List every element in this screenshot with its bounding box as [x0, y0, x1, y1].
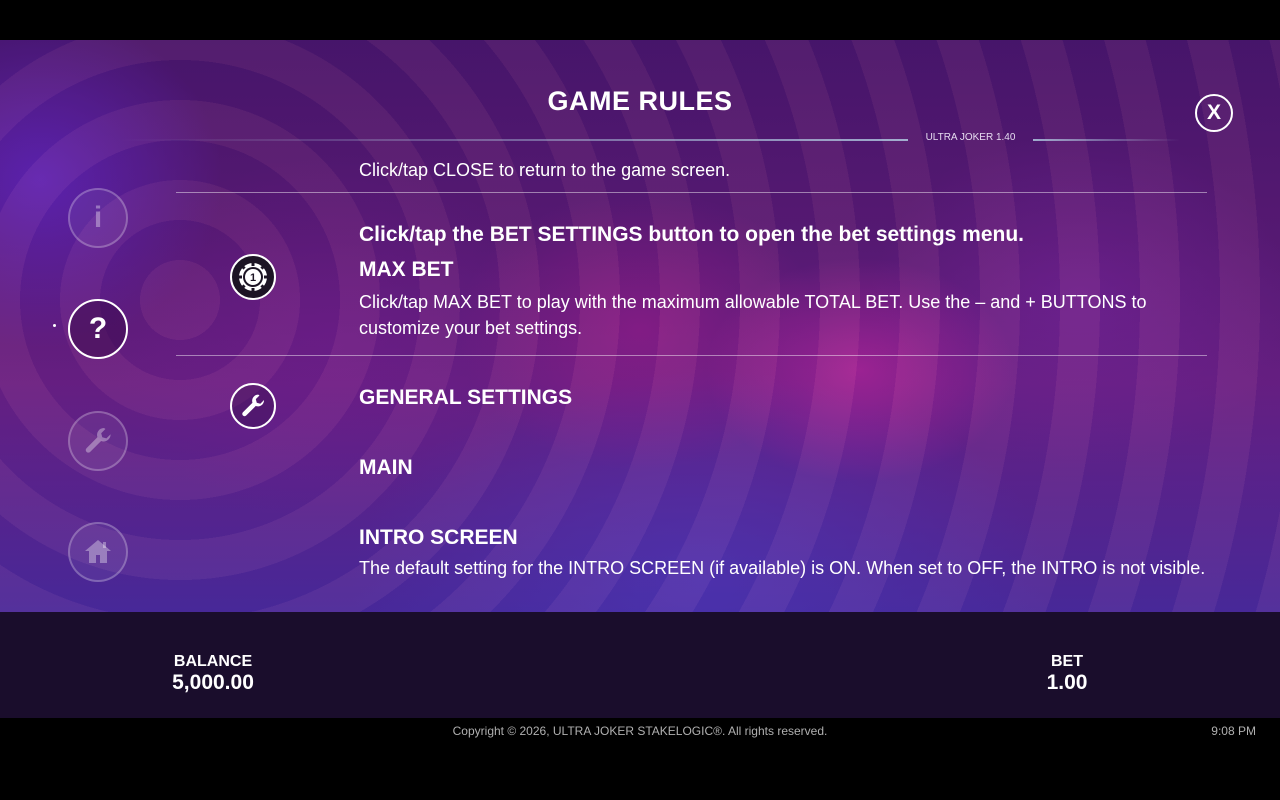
- svg-text:1: 1: [250, 272, 256, 284]
- intro-screen-description: The default setting for the INTRO SCREEN…: [359, 558, 1206, 578]
- copyright-text: Copyright © 2026, ULTRA JOKER STAKELOGIC…: [452, 724, 828, 738]
- bet-settings-icon-badge: 1: [230, 254, 276, 300]
- top-bar: [0, 0, 1280, 40]
- footer: Copyright © 2026, ULTRA JOKER STAKELOGIC…: [0, 718, 1280, 800]
- bet-label: BET: [1051, 653, 1083, 670]
- close-button[interactable]: X: [1195, 94, 1233, 132]
- section-divider: [176, 355, 1207, 356]
- bet-chip-icon: 1: [238, 262, 268, 292]
- rules-text-close: Click/tap CLOSE to return to the game sc…: [359, 162, 731, 180]
- bet-settings-lead: Click/tap the BET SETTINGS button to ope…: [359, 223, 1025, 246]
- game-rules-panel: GAME RULES X ULTRA JOKER 1.40 i ? Click/…: [0, 40, 1280, 612]
- main-heading: MAIN: [359, 456, 413, 479]
- bet-value: 1.00: [1046, 671, 1088, 694]
- max-bet-description: Click/tap MAX BET to play with the maxim…: [359, 292, 1147, 338]
- max-bet-heading: MAX BET: [359, 258, 454, 281]
- intro-screen-heading: INTRO SCREEN: [359, 526, 518, 549]
- version-label: ULTRA JOKER 1.40: [925, 132, 1016, 143]
- wrench-icon: [242, 394, 265, 417]
- balance-value: 5,000.00: [172, 671, 254, 694]
- header-divider-right: [1033, 139, 1180, 141]
- rules-content[interactable]: Click/tap CLOSE to return to the game sc…: [0, 162, 1280, 578]
- balance-meter: BALANCE 5,000.00: [153, 652, 273, 694]
- general-settings-icon-badge: [230, 383, 276, 429]
- bet-meter: BET 1.00: [1027, 652, 1107, 694]
- section-divider: [176, 192, 1207, 193]
- clock: 9:08 PM: [1211, 724, 1256, 738]
- header-divider-left: [120, 139, 908, 141]
- balance-label: BALANCE: [173, 653, 253, 670]
- general-settings-heading: GENERAL SETTINGS: [359, 386, 573, 409]
- page-title: GAME RULES: [547, 86, 733, 116]
- bottom-bar: BALANCE 5,000.00 BET 1.00: [0, 612, 1280, 718]
- close-icon: X: [1206, 101, 1221, 124]
